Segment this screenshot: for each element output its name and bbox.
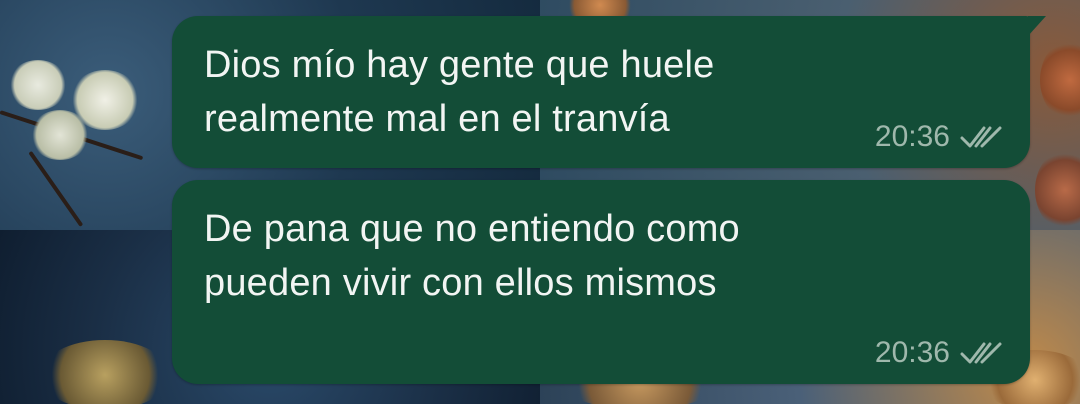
bubble-tail xyxy=(1028,16,1046,36)
message-meta: 20:36 xyxy=(875,120,1004,154)
message-meta: 20:36 xyxy=(875,336,1004,370)
message-text: De pana que no entiendo como pueden vivi… xyxy=(204,202,924,310)
message-text-line: De pana que no entiendo como xyxy=(204,208,740,250)
message-timestamp: 20:36 xyxy=(874,120,950,153)
double-check-icon xyxy=(960,340,1004,366)
message-text-line: realmente mal en el tranvía xyxy=(204,98,670,140)
outgoing-message-bubble[interactable]: Dios mío hay gente que huele realmente m… xyxy=(172,16,1046,168)
message-text: Dios mío hay gente que huele realmente m… xyxy=(204,38,924,146)
message-text-line: Dios mío hay gente que huele xyxy=(204,44,715,86)
outgoing-message-bubble[interactable]: De pana que no entiendo como pueden vivi… xyxy=(172,180,1030,384)
message-text-line: pueden vivir con ellos mismos xyxy=(204,262,717,304)
double-check-icon xyxy=(960,124,1004,150)
message-timestamp: 20:36 xyxy=(874,336,950,369)
message-list[interactable]: Dios mío hay gente que huele realmente m… xyxy=(0,0,1080,404)
